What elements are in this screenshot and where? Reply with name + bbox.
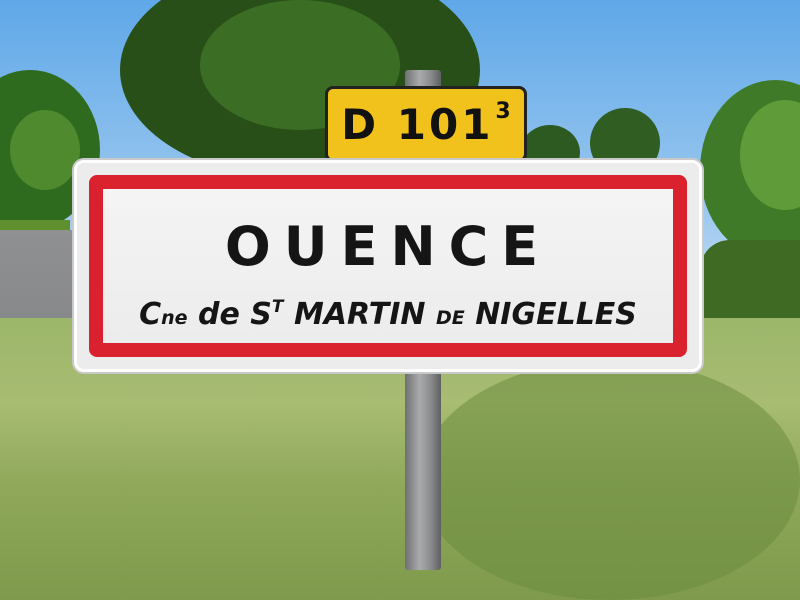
commune-de: de bbox=[198, 297, 240, 332]
tree-left-highlight bbox=[10, 110, 80, 190]
commune-de-small: DE bbox=[435, 307, 465, 329]
route-number: D 101 bbox=[341, 99, 494, 149]
grass-shadow bbox=[420, 360, 800, 600]
commune-s: S bbox=[250, 297, 272, 332]
commune-martin: MARTIN bbox=[293, 297, 426, 332]
sign-red-border: OUENCE Cne de ST MARTIN DE NIGELLES bbox=[89, 175, 687, 357]
commune-nigelles: NIGELLES bbox=[475, 297, 637, 332]
commune-c: C bbox=[139, 297, 162, 332]
commune-ne: ne bbox=[161, 307, 188, 329]
town-name: OUENCE bbox=[224, 215, 552, 278]
commune-line: Cne de ST MARTIN DE NIGELLES bbox=[103, 297, 673, 332]
commune-t-superscript: T bbox=[271, 297, 284, 317]
route-number-superscript: 3 bbox=[495, 98, 511, 124]
hedge bbox=[700, 240, 800, 330]
town-entry-sign: OUENCE Cne de ST MARTIN DE NIGELLES bbox=[74, 160, 702, 372]
route-number-plate: D 101 3 bbox=[325, 86, 527, 162]
